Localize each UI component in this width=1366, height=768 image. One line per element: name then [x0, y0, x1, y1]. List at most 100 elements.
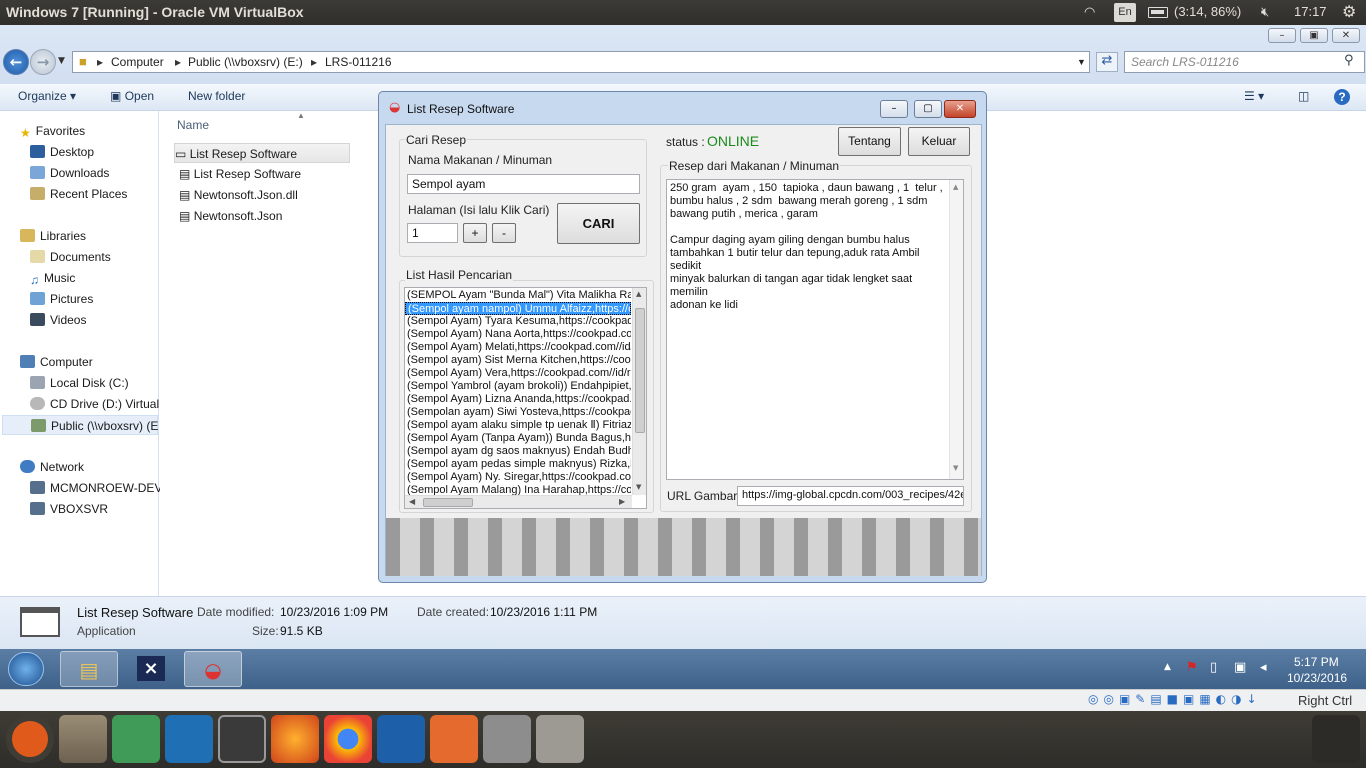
recipe-scrollbar[interactable]: ▲ ▼	[949, 180, 963, 479]
file-item[interactable]: ▤ Newtonsoft.Json.dll	[179, 185, 298, 205]
nav-pictures[interactable]: Pictures	[30, 289, 93, 309]
clock[interactable]: 17:17	[1294, 4, 1327, 19]
scroll-up-icon[interactable]: ▲	[636, 290, 641, 298]
search-icon[interactable]: ⚲	[1344, 53, 1354, 68]
disk-launcher-icon[interactable]	[536, 715, 584, 763]
food-name-input[interactable]: Sempol ayam	[407, 174, 640, 194]
settings-gear-icon[interactable]: ⚙	[1342, 2, 1356, 22]
close-button[interactable]: ✕	[1332, 28, 1360, 43]
result-list-item[interactable]: (Sempol Ayam) Nana Aorta,https://cookpad…	[405, 328, 631, 341]
result-list-item[interactable]: (Sempol Ayam) Lizna Ananda,https://cookp…	[405, 393, 631, 406]
scroll-down-icon[interactable]: ▼	[953, 464, 958, 472]
preview-pane-icon[interactable]: ◫	[1298, 89, 1309, 103]
dialog-close-button[interactable]: ✕	[944, 100, 976, 118]
scroll-right-icon[interactable]: ▶	[619, 497, 625, 506]
keyboard-layout-indicator[interactable]: En	[1114, 3, 1136, 22]
column-header-name[interactable]: Name	[177, 118, 209, 132]
view-options-icon[interactable]: ☰ ▾	[1244, 89, 1264, 103]
page-number-input[interactable]: 1	[407, 223, 458, 243]
result-list-item[interactable]: (Sempol Ayam) Ny. Siregar,https://cookpa…	[405, 471, 631, 484]
scroll-down-icon[interactable]: ▼	[636, 483, 641, 491]
organize-button[interactable]: Organize ▾	[18, 89, 76, 103]
recipe-textarea[interactable]: 250 gram ayam , 150 tapioka , daun bawan…	[666, 179, 964, 480]
recent-pages-chevron-icon[interactable]: ▼	[58, 56, 65, 66]
results-vertical-scrollbar[interactable]: ▲ ▼	[632, 288, 646, 495]
nav-desktop[interactable]: Desktop	[30, 142, 94, 162]
battery-status[interactable]: (3:14, 86%)	[1174, 4, 1241, 19]
vm-device-icons[interactable]: ◎◎▣✎▤■▣▦◐◑↓	[1088, 692, 1262, 706]
wifi-icon[interactable]: ◠	[1084, 4, 1095, 20]
image-url-input[interactable]: https://img-global.cpcdn.com/003_recipes…	[737, 486, 964, 506]
vscode-launcher-icon[interactable]	[165, 715, 213, 763]
search-input[interactable]: Search LRS-011216	[1124, 51, 1365, 73]
help-icon[interactable]: ?	[1334, 89, 1350, 105]
result-list-item[interactable]: (Sempolan ayam) Siwi Yosteva,https://coo…	[405, 406, 631, 419]
file-item[interactable]: ▤ List Resep Software	[179, 164, 301, 184]
postman-launcher-icon[interactable]	[430, 715, 478, 763]
back-button[interactable]: ←	[3, 49, 29, 75]
result-list-item[interactable]: (Sempol ayam dg saos maknyus) Endah Budh…	[405, 445, 631, 458]
result-list-item[interactable]: (Sempol ayam nampol) Ummu Alfaizz,https:…	[405, 302, 631, 315]
file-item[interactable]: ▭ List Resep Software	[174, 143, 350, 163]
recipe-app-taskbar-icon[interactable]: ◒	[184, 651, 242, 687]
scroll-left-icon[interactable]: ◀	[409, 497, 415, 506]
atom-launcher-icon[interactable]	[112, 715, 160, 763]
about-button[interactable]: Tentang	[838, 127, 901, 156]
refresh-icon[interactable]: ⇄	[1096, 52, 1118, 72]
dialog-minimize-button[interactable]: –	[880, 100, 908, 118]
visual-studio-taskbar-icon[interactable]: ⨯	[122, 651, 180, 687]
taskbar-date[interactable]: 10/23/2016	[1287, 671, 1347, 685]
result-list-item[interactable]: (Sempol ayam pedas simple maknyus) Rizka…	[405, 458, 631, 471]
page-decrement-button[interactable]: -	[492, 223, 516, 243]
trash-icon[interactable]	[1312, 715, 1360, 763]
results-horizontal-scrollbar[interactable]: ◀ ▶	[405, 495, 632, 508]
power-icon[interactable]: ▯	[1210, 660, 1217, 675]
chrome-launcher-icon[interactable]	[324, 715, 372, 763]
breadcrumb-computer[interactable]: Computer	[111, 55, 164, 69]
firefox-launcher-icon[interactable]	[271, 715, 319, 763]
nav-computer[interactable]: Computer	[20, 352, 93, 372]
nav-downloads[interactable]: Downloads	[30, 163, 109, 183]
open-button[interactable]: ▣ Open	[110, 89, 154, 103]
taskbar-time[interactable]: 5:17 PM	[1294, 655, 1339, 669]
address-dropdown-icon[interactable]: ▼	[1077, 57, 1086, 67]
maximize-button[interactable]: ▣	[1300, 28, 1328, 43]
result-list-item[interactable]: (Sempol Yambrol (ayam brokoli)) Endahpip…	[405, 380, 631, 393]
ubuntu-dash-icon[interactable]	[6, 715, 54, 763]
files-launcher-icon[interactable]	[59, 715, 107, 763]
tray-expand-icon[interactable]: ▲	[1164, 662, 1171, 672]
battery-icon[interactable]	[1148, 7, 1168, 18]
terminal-launcher-icon[interactable]	[218, 715, 266, 763]
h-scroll-thumb[interactable]	[423, 498, 473, 507]
breadcrumb-public[interactable]: Public (\\vboxsrv) (E:)	[188, 55, 303, 69]
result-list-item[interactable]: (Sempol Ayam) Tyara Kesuma,https://cookp…	[405, 315, 631, 328]
minimize-button[interactable]: –	[1268, 28, 1296, 43]
nav-network[interactable]: Network	[20, 457, 84, 477]
nav-documents[interactable]: Documents	[30, 247, 111, 267]
scroll-thumb[interactable]	[635, 308, 645, 433]
nav-recent-places[interactable]: Recent Places	[30, 184, 127, 204]
start-button[interactable]	[8, 652, 44, 686]
nav-cd-drive[interactable]: CD Drive (D:) Virtual	[30, 394, 159, 414]
forward-button[interactable]: →	[30, 49, 56, 75]
dialog-maximize-button[interactable]: ▢	[914, 100, 942, 118]
scroll-up-icon[interactable]: ▲	[953, 183, 958, 191]
result-list-item[interactable]: (SEMPOL Ayam "Bunda Mal") Vita Malikha R…	[405, 289, 631, 302]
result-list-item[interactable]: (Sempol ayam alaku simple tp uenak Ⅱ) Fi…	[405, 419, 631, 432]
nav-local-disk[interactable]: Local Disk (C:)	[30, 373, 129, 393]
page-increment-button[interactable]: +	[463, 223, 487, 243]
new-folder-button[interactable]: New folder	[188, 89, 245, 103]
breadcrumb-folder[interactable]: LRS-011216	[325, 55, 392, 69]
nav-network-pc[interactable]: MCMONROEW-DEV	[30, 478, 162, 498]
nav-videos[interactable]: Videos	[30, 310, 86, 330]
nav-network-vboxsvr[interactable]: VBOXSVR	[30, 499, 108, 519]
nav-music[interactable]: ♫ Music	[30, 268, 75, 288]
nav-libraries[interactable]: Libraries	[20, 226, 86, 246]
search-button[interactable]: CARI	[557, 203, 640, 244]
results-listbox[interactable]: (SEMPOL Ayam "Bunda Mal") Vita Malikha R…	[404, 287, 647, 509]
nav-favorites[interactable]: ★ Favorites	[20, 121, 85, 141]
file-item[interactable]: ▤ Newtonsoft.Json	[179, 206, 282, 226]
result-list-item[interactable]: (Sempol Ayam (Tanpa Ayam)) Bunda Bagus,h…	[405, 432, 631, 445]
result-list-item[interactable]: (Sempol ayam) Sist Merna Kitchen,https:/…	[405, 354, 631, 367]
volume-muted-icon[interactable]: 🔇︎	[1261, 4, 1269, 20]
